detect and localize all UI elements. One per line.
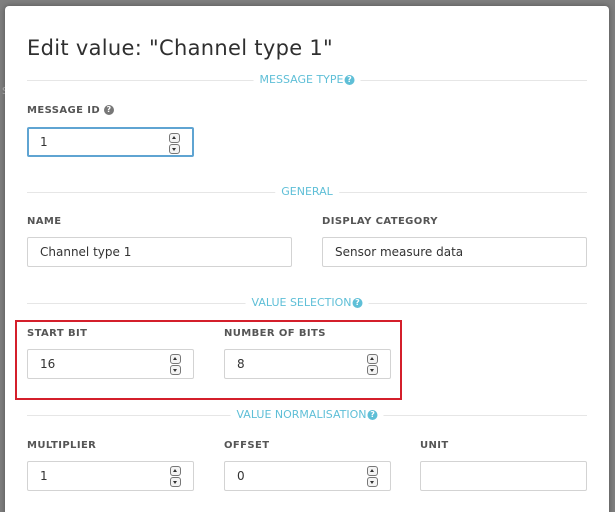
number-of-bits-value: 8 [237, 357, 245, 371]
offset-label: OFFSET [224, 440, 270, 451]
message-id-input[interactable]: 1 [27, 127, 194, 157]
section-message-type-label: MESSAGE TYPE [259, 73, 344, 86]
question-circle-icon[interactable]: ? [352, 298, 363, 308]
dialog-title: Edit value: "Channel type 1" [27, 36, 334, 60]
multiplier-value: 1 [40, 469, 48, 483]
name-input[interactable]: Channel type 1 [27, 237, 292, 267]
section-message-type: MESSAGE TYPE? [27, 72, 587, 88]
section-general: GENERAL [27, 184, 587, 200]
caret-down-icon[interactable] [170, 477, 181, 487]
message-id-label: MESSAGE ID [27, 105, 101, 116]
caret-down-icon[interactable] [169, 144, 180, 154]
section-value-selection-header: VALUE SELECTION? [245, 295, 369, 311]
name-value: Channel type 1 [40, 245, 132, 259]
number-of-bits-label: NUMBER OF BITS [224, 328, 326, 339]
question-circle-icon[interactable]: ? [104, 105, 115, 115]
caret-up-icon[interactable] [169, 133, 180, 143]
name-label: NAME [27, 216, 62, 227]
section-general-label: GENERAL [275, 184, 339, 200]
section-value-normalisation-label: VALUE NORMALISATION [236, 408, 367, 421]
message-id-spinner[interactable] [169, 133, 180, 155]
number-of-bits-spinner[interactable] [367, 354, 378, 376]
edit-value-dialog: Edit value: "Channel type 1" MESSAGE TYP… [5, 6, 609, 512]
offset-spinner[interactable] [367, 466, 378, 488]
display-category-input[interactable]: Sensor measure data [322, 237, 587, 267]
offset-input[interactable]: 0 [224, 461, 391, 491]
multiplier-spinner[interactable] [170, 466, 181, 488]
offset-value: 0 [237, 469, 245, 483]
unit-input[interactable] [420, 461, 587, 491]
start-bit-input[interactable]: 16 [27, 349, 194, 379]
start-bit-value: 16 [40, 357, 56, 371]
message-id-label-wrap: MESSAGE ID? [27, 105, 115, 116]
multiplier-label: MULTIPLIER [27, 440, 97, 451]
display-category-value: Sensor measure data [335, 245, 464, 259]
caret-down-icon[interactable] [367, 365, 378, 375]
message-id-value: 1 [40, 135, 48, 149]
start-bit-label: START BIT [27, 328, 88, 339]
caret-up-icon[interactable] [170, 466, 181, 476]
unit-label: UNIT [420, 440, 449, 451]
caret-up-icon[interactable] [367, 354, 378, 364]
start-bit-spinner[interactable] [170, 354, 181, 376]
section-value-selection: VALUE SELECTION? [27, 295, 587, 311]
display-category-label: DISPLAY CATEGORY [322, 216, 438, 227]
number-of-bits-input[interactable]: 8 [224, 349, 391, 379]
caret-up-icon[interactable] [367, 466, 378, 476]
section-value-normalisation-header: VALUE NORMALISATION? [230, 407, 384, 423]
multiplier-input[interactable]: 1 [27, 461, 194, 491]
section-message-type-header: MESSAGE TYPE? [253, 72, 361, 88]
question-circle-icon[interactable]: ? [367, 410, 378, 420]
section-value-normalisation: VALUE NORMALISATION? [27, 407, 587, 423]
caret-down-icon[interactable] [367, 477, 378, 487]
question-circle-icon[interactable]: ? [344, 75, 355, 85]
caret-down-icon[interactable] [170, 365, 181, 375]
caret-up-icon[interactable] [170, 354, 181, 364]
section-value-selection-label: VALUE SELECTION [251, 296, 352, 309]
